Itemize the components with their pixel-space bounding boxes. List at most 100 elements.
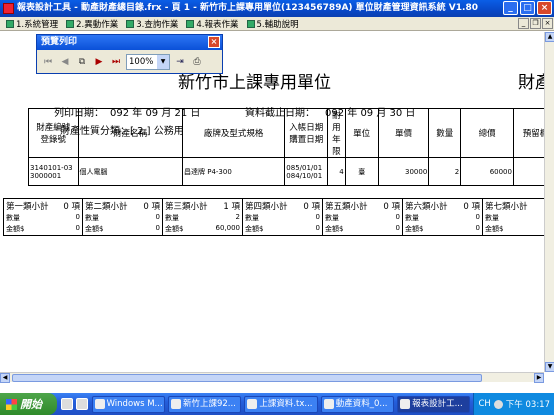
- amount-label: 金額$: [85, 225, 104, 233]
- task-folder[interactable]: 新竹上課92...: [167, 395, 242, 413]
- qty-value: 0: [155, 213, 160, 221]
- minimize-button[interactable]: _: [503, 1, 518, 15]
- asset-table: 財產編號 登錄號 財產名稱 廠牌及型式規格 入帳日期 購置日期 耐用 年限 單位…: [28, 108, 554, 186]
- qty-label: 數量: [245, 214, 259, 222]
- subtotal-unit: 項: [391, 202, 400, 212]
- app-window: 報表設計工具 - 動產財產總目錄.frx - 頁 1 - 新竹市上課專用單位(1…: [0, 0, 554, 415]
- col-price: 單價: [377, 108, 430, 158]
- subtotal-cell: 第三類小計 1 項 數量 2 金額$ 60,000: [163, 198, 243, 236]
- qty-value: 0: [395, 213, 400, 221]
- col-brand: 廠牌及型式規格: [181, 108, 286, 158]
- subtotal-count: 0: [143, 202, 149, 212]
- cell-brand: 昌達牌 P4-300: [181, 157, 286, 186]
- qty-label: 數量: [485, 214, 499, 222]
- qty-label: 數量: [85, 214, 99, 222]
- first-page-icon[interactable]: ⏮: [41, 55, 55, 69]
- task-report-designer[interactable]: 報表設計工...: [397, 395, 471, 413]
- system-tray: CH 下午 03:17: [473, 393, 554, 415]
- subtotal-unit: 項: [471, 202, 480, 212]
- cell-price: 30000: [377, 157, 430, 186]
- report-title-right: 財產: [518, 73, 544, 93]
- col-name: 財產名稱: [77, 108, 183, 158]
- scroll-thumb[interactable]: [12, 374, 482, 382]
- copy-pages-icon[interactable]: ⧉: [75, 55, 89, 69]
- taskbar: 開始 Windows M... 新竹上課92... 上課資料.tx... 動產資…: [0, 393, 554, 415]
- col-life: 耐用 年限: [327, 108, 346, 158]
- chevron-down-icon[interactable]: ▼: [157, 55, 169, 69]
- cell-date: 085/01/01 084/10/01: [284, 157, 329, 186]
- subtotal-unit: 項: [231, 202, 240, 212]
- menu-help[interactable]: 5.輔助說明: [243, 18, 303, 30]
- menu-query[interactable]: 3.查詢作業: [122, 18, 182, 30]
- amount-value: 0: [395, 224, 400, 232]
- col-id: 財產編號 登錄號: [28, 108, 79, 158]
- amount-label: 金額$: [165, 225, 184, 233]
- task-data[interactable]: 動產資料_0...: [320, 395, 395, 413]
- mdi-minimize-icon[interactable]: _: [518, 18, 529, 29]
- clock: 下午 03:17: [505, 400, 550, 410]
- vertical-scrollbar[interactable]: ▲ ▼: [544, 32, 554, 372]
- system-icon: [6, 19, 14, 28]
- cell-qty: 2: [428, 157, 462, 186]
- amount-value: 60,000: [215, 224, 241, 232]
- menu-change[interactable]: 2.異動作業: [62, 18, 122, 30]
- tray-icon[interactable]: [493, 399, 503, 409]
- amount-label: 金額$: [405, 225, 424, 233]
- subtotal-count: 0: [303, 202, 309, 212]
- task-windows-media[interactable]: Windows M...: [91, 395, 165, 413]
- table-header: 財產編號 登錄號 財產名稱 廠牌及型式規格 入帳日期 購置日期 耐用 年限 單位…: [28, 108, 554, 158]
- subtotal-label: 第三類小計: [165, 202, 208, 212]
- scroll-up-icon[interactable]: ▲: [545, 32, 554, 42]
- ie-icon[interactable]: [60, 398, 73, 410]
- help-icon: [246, 19, 255, 28]
- desktop-icon[interactable]: [75, 398, 88, 410]
- start-button[interactable]: 開始: [0, 393, 57, 415]
- subtotal-unit: 項: [311, 202, 320, 212]
- amount-value: 0: [315, 224, 320, 232]
- subtotal-count: 0: [383, 202, 389, 212]
- preview-title-bar[interactable]: 預覽列印 ×: [37, 35, 222, 50]
- mdi-restore-icon[interactable]: ❐: [530, 18, 541, 29]
- menu-bar: 1.系統管理 2.異動作業 3.查詢作業 4.報表作業 5.輔助說明 _ ❐ ×: [0, 17, 554, 31]
- scroll-right-icon[interactable]: ▶: [534, 373, 544, 383]
- print-icon[interactable]: ⎙: [190, 55, 204, 69]
- qty-label: 數量: [6, 214, 20, 222]
- amount-value: 0: [155, 224, 160, 232]
- menu-report[interactable]: 4.報表作業: [182, 18, 242, 30]
- cell-life: 4: [327, 157, 346, 186]
- amount-value: 0: [75, 224, 80, 232]
- last-page-icon[interactable]: ⏭: [109, 55, 123, 69]
- title-bar[interactable]: 報表設計工具 - 動產財產總目錄.frx - 頁 1 - 新竹市上課專用單位(1…: [0, 0, 554, 17]
- query-icon: [126, 19, 135, 28]
- table-row: 3140101-03 3000001 個人電腦 昌達牌 P4-300 085/0…: [28, 157, 554, 186]
- subtotal-row: 第一類小計 0 項 數量 0 金額$ 0 第二類小計 0 項 數量 0 金額$ 0 第三類小計 1…: [3, 198, 554, 236]
- scroll-left-icon[interactable]: ◀: [0, 373, 10, 383]
- close-button[interactable]: ×: [537, 1, 552, 15]
- subtotal-cell: 第五類小計 0 項 數量 0 金額$ 0: [323, 198, 403, 236]
- col-total: 總價: [460, 108, 514, 158]
- subtotal-cell: 第一類小計 0 項 數量 0 金額$ 0: [3, 198, 83, 236]
- report-icon: [186, 19, 195, 28]
- menu-system[interactable]: 1.系統管理: [2, 18, 62, 30]
- qty-label: 數量: [325, 214, 339, 222]
- maximize-button[interactable]: □: [520, 1, 535, 15]
- subtotal-label: 第二類小計: [85, 202, 128, 212]
- prev-page-icon[interactable]: ◀: [58, 55, 72, 69]
- subtotal-cell: 第二類小計 0 項 數量 0 金額$ 0: [83, 198, 163, 236]
- mdi-close-icon[interactable]: ×: [542, 18, 553, 29]
- qty-label: 數量: [405, 214, 419, 222]
- language-indicator[interactable]: CH: [478, 399, 490, 409]
- preview-close-button[interactable]: ×: [208, 36, 220, 48]
- subtotal-unit: 項: [71, 202, 80, 212]
- task-notepad[interactable]: 上課資料.tx...: [244, 395, 318, 413]
- subtotal-label: 第四類小計: [245, 202, 288, 212]
- preview-title: 預覽列印: [41, 37, 78, 47]
- subtotal-count: 1: [223, 202, 229, 212]
- scroll-down-icon[interactable]: ▼: [545, 362, 554, 372]
- qty-label: 數量: [165, 214, 179, 222]
- cell-name: 個人電腦: [77, 157, 183, 186]
- exit-preview-icon[interactable]: ⇥: [173, 55, 187, 69]
- next-page-icon[interactable]: ▶: [92, 55, 106, 69]
- zoom-select[interactable]: 100% ▼: [126, 54, 170, 70]
- horizontal-scrollbar[interactable]: ◀ ▶: [0, 372, 544, 383]
